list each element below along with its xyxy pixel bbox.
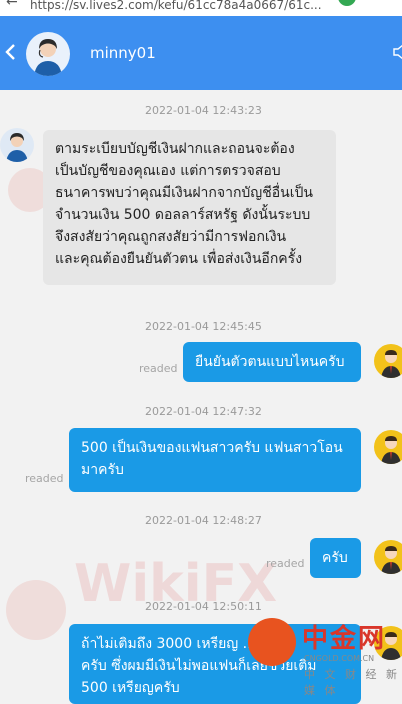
incoming-message-bubble[interactable]: ตามระเบียบบัญชีเงินฝากและถอนจะต้อง เป็นบ… [43, 130, 336, 285]
read-status: readed [139, 362, 178, 375]
user-avatar [374, 430, 402, 464]
cngold-logo-icon [248, 618, 296, 666]
agent-avatar[interactable] [26, 32, 70, 76]
read-status: readed [266, 557, 305, 570]
message-line: มาครับ [81, 462, 124, 478]
chat-header: minny01 [0, 16, 402, 90]
agent-message-avatar [0, 128, 34, 162]
cngold-tagline: 中 文 财 经 新 媒 体 [304, 668, 400, 697]
message-line: และคุณต้องยืนยันตัวตน เพื่อส่งเงินอีกครั… [55, 251, 303, 267]
watermark-logo [6, 580, 66, 640]
user-avatar [374, 540, 402, 574]
message-line: ตามระเบียบบัญชีเงินฝากและถอนจะต้อง [55, 141, 295, 157]
message-line: 500 เป็นเงินของแฟนสาวครับ แฟนสาวโอน [81, 440, 343, 456]
message-line: จึงสงสัยว่าคุณถูกสงสัยว่ามีการฟอกเงิน [55, 229, 287, 245]
shield-icon [338, 0, 356, 6]
outgoing-message-bubble[interactable]: ยืนยันตัวตนแบบไหนครับ [183, 342, 361, 382]
browser-back-icon[interactable]: ← [6, 0, 18, 10]
read-status: readed [25, 472, 64, 485]
cngold-domain: CNGOLD.COM.CN [304, 654, 375, 663]
url-text[interactable]: https://sv.lives2.com/kefu/61cc78a4a0667… [30, 0, 322, 12]
browser-url-bar[interactable]: ← https://sv.lives2.com/kefu/61cc78a4a06… [0, 0, 402, 16]
outgoing-message-bubble[interactable]: 500 เป็นเงินของแฟนสาวครับ แฟนสาวโอน มาคร… [69, 428, 361, 492]
message-timestamp: 2022-01-04 12:48:27 [145, 514, 262, 527]
message-line: ธนาคารพบว่าคุณมีเงินฝากจากบัญชีอื่นเป็น [55, 185, 313, 201]
message-timestamp: 2022-01-04 12:50:11 [145, 600, 262, 613]
agent-name: minny01 [90, 44, 156, 62]
message-line: เป็นบัญชีของคุณเอง แต่การตรวจสอบ [55, 163, 281, 179]
message-timestamp: 2022-01-04 12:45:45 [145, 320, 262, 333]
back-chevron-icon[interactable] [2, 42, 20, 62]
cngold-watermark: 中金网 CNGOLD.COM.CN 中 文 财 经 新 媒 体 [244, 614, 402, 697]
message-line: ครับ [322, 550, 348, 566]
message-timestamp: 2022-01-04 12:43:23 [145, 104, 262, 117]
message-line: ยืนยันตัวตนแบบไหนครับ [195, 354, 345, 370]
speaker-icon[interactable] [392, 44, 402, 60]
outgoing-message-bubble[interactable]: ครับ [310, 538, 361, 578]
cngold-logo-text: 中金网 [302, 624, 387, 654]
message-line: จำนวนเงิน 500 ดอลลาร์สหรัฐ ดังนั้นระบบ [55, 207, 311, 223]
user-avatar [374, 344, 402, 378]
message-timestamp: 2022-01-04 12:47:32 [145, 405, 262, 418]
